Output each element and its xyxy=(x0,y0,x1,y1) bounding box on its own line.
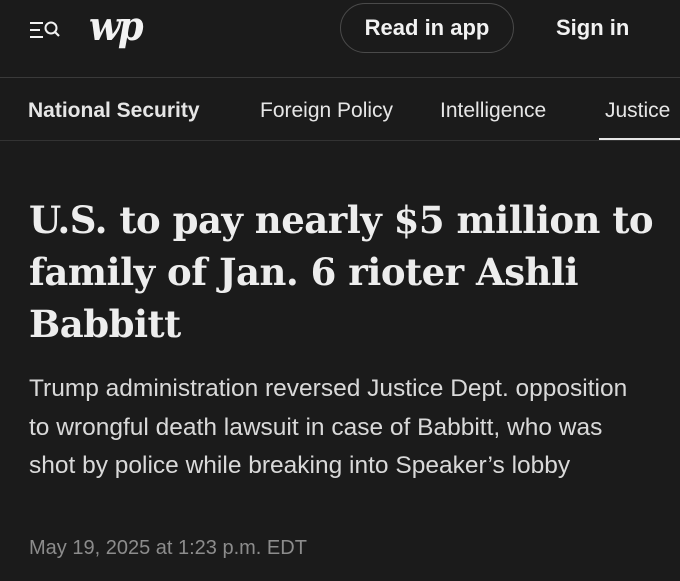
nav-item-intelligence[interactable]: Intelligence xyxy=(440,99,546,123)
article-subheadline: Trump administration reversed Justice De… xyxy=(29,375,628,479)
article-timestamp: May 19, 2025 at 1:23 p.m. EDT xyxy=(29,537,307,559)
sign-in-link[interactable]: Sign in xyxy=(556,15,629,41)
nav-active-indicator xyxy=(599,138,680,140)
nav-item-national-security[interactable]: National Security xyxy=(28,99,200,123)
article-headline: U.S. to pay nearly $5 million to family … xyxy=(29,198,654,346)
read-in-app-button[interactable]: Read in app xyxy=(340,3,514,53)
wp-logo[interactable]: wp xyxy=(89,3,144,50)
menu-search-icon[interactable] xyxy=(28,16,62,44)
section-nav: National Security Foreign Policy Intelli… xyxy=(0,79,680,141)
nav-item-justice[interactable]: Justice xyxy=(605,99,670,123)
top-bar: wp Read in app Sign in xyxy=(0,0,680,78)
nav-item-foreign-policy[interactable]: Foreign Policy xyxy=(260,99,393,123)
